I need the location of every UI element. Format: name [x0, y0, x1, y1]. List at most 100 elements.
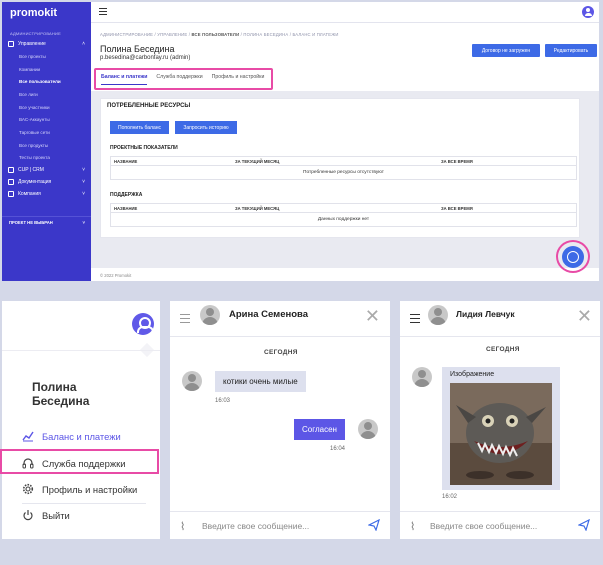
sidebar-item-products[interactable]: Все продукты	[2, 139, 91, 152]
menu-item-label: Баланс и платежи	[42, 430, 121, 442]
power-icon	[23, 510, 33, 521]
support-highlight	[0, 449, 159, 474]
avatar	[182, 371, 202, 391]
table-header: НАЗВАНИЕ ЗА ТЕКУЩИЙ МЕСЯЦ ЗА ВСЕ ВРЕМЯ	[111, 157, 576, 166]
sidebar-item-leagues[interactable]: Все лиги	[2, 88, 91, 101]
sidebar-item-projects[interactable]: Все проекты	[2, 50, 91, 63]
copyright: © 2022 Promokit	[100, 273, 132, 278]
close-icon[interactable]: ✕	[365, 307, 380, 325]
avatar	[428, 305, 448, 325]
topup-button[interactable]: Пополнить баланс	[110, 121, 169, 134]
chat-button-highlight	[556, 240, 590, 273]
chevron-down-icon: ˅	[82, 220, 85, 225]
menu-item-label: Выйти	[42, 509, 70, 521]
empty-state: Потребленные ресурсы отсутствуют	[303, 170, 384, 175]
message-input[interactable]: Введите свое сообщение...	[430, 521, 537, 531]
divider	[22, 503, 146, 504]
crm-icon	[8, 167, 14, 174]
table-header: НАЗВАНИЕ ЗА ТЕКУЩИЙ МЕСЯЦ ЗА ВСЕ ВРЕМЯ	[111, 204, 576, 213]
breadcrumb-item[interactable]: ВСЕ ПОЛЬЗОВАТЕЛИ	[191, 32, 239, 37]
breadcrumb-item[interactable]: АДМИНИСТРИРОВАНИЕ	[100, 32, 153, 37]
logo: promokit	[10, 7, 58, 19]
avatar	[358, 419, 378, 439]
avatar	[200, 305, 220, 325]
column-header: ЗА ТЕКУЩИЙ МЕСЯЦ	[235, 206, 280, 211]
send-icon[interactable]	[578, 519, 590, 531]
chat-contact-name: Лидия Левчук	[456, 309, 515, 319]
message-input[interactable]: Введите свое сообщение...	[202, 521, 309, 531]
resources-card: ПОТРЕБЛЕННЫЕ РЕСУРСЫ Пополнить баланс За…	[100, 98, 580, 238]
sidebar: promokit АДМИНИСТРИРОВАНИЕ Управление ˄ В…	[2, 2, 91, 281]
breadcrumb-item[interactable]: УПРАВЛЕНИЕ	[157, 32, 187, 37]
chat-window-arina: Арина Семенова ✕ СЕГОДНЯ котики очень ми…	[170, 301, 390, 539]
sidebar-item-companies[interactable]: Компании	[2, 63, 91, 76]
empty-state: Данных поддержки нет	[317, 217, 370, 222]
sidebar-item-participants[interactable]: Все участники	[2, 101, 91, 114]
hamburger-icon[interactable]	[180, 314, 190, 323]
breadcrumb-item: БАЛАНС И ПЛАТЕЖИ	[292, 32, 339, 37]
message-time: 16:03	[215, 398, 231, 404]
sidebar-group-management[interactable]: Управление ˄	[2, 38, 91, 50]
sidebar-item-networks[interactable]: Тарговые сети	[2, 126, 91, 139]
chevron-down-icon: ˅	[82, 191, 85, 198]
project-selector[interactable]: ПРОЕКТ НЕ ВЫБРАН ˅	[2, 216, 91, 228]
chat-window-lidia: Лидия Левчук ✕ СЕГОДНЯ Изображение 16:02…	[400, 301, 600, 539]
hamburger-icon[interactable]	[99, 8, 107, 15]
chart-line-icon	[22, 431, 34, 442]
sidebar-group-company[interactable]: Компания ˅	[2, 188, 91, 200]
admin-screen: promokit АДМИНИСТРИРОВАНИЕ Управление ˄ В…	[2, 2, 599, 281]
sidebar-item-accounts[interactable]: ВАС-Аккаунты	[2, 113, 91, 126]
chevron-down-icon: ˅	[82, 179, 85, 186]
sidebar-item-tests[interactable]: Тесты проекта	[2, 152, 91, 165]
menu-item-label: Профиль и настройки	[42, 483, 138, 495]
message-time: 16:04	[330, 446, 346, 452]
project-table: НАЗВАНИЕ ЗА ТЕКУЩИЙ МЕСЯЦ ЗА ВСЕ ВРЕМЯ Пот…	[110, 156, 577, 180]
avatar	[412, 367, 432, 387]
message-incoming: котики очень милые	[215, 371, 306, 392]
chat-contact-name: Арина Семенова	[229, 309, 309, 320]
user-avatar-icon[interactable]	[132, 313, 154, 335]
section-title-project: ПРОЕКТНЫЕ ПОКАЗАТЕЛИ	[110, 145, 178, 151]
close-icon[interactable]: ✕	[577, 307, 592, 325]
gear-icon	[22, 483, 34, 495]
attach-icon[interactable]: ⌇	[180, 520, 185, 533]
column-header: НАЗВАНИЕ	[114, 206, 138, 211]
user-avatar-icon[interactable]	[582, 6, 594, 18]
chat-header: Лидия Левчук ✕	[400, 301, 600, 337]
day-separator: СЕГОДНЯ	[486, 346, 520, 353]
support-table: НАЗВАНИЕ ЗА ТЕКУЩИЙ МЕСЯЦ ЗА ВСЕ ВРЕМЯ Дан…	[110, 203, 577, 227]
message-composer: ⌇ Введите свое сообщение...	[170, 511, 390, 539]
contract-button[interactable]: Договор не загружен	[472, 44, 540, 57]
image-message[interactable]: Изображение	[442, 367, 560, 490]
sidebar-item-users[interactable]: Все пользователи	[2, 75, 91, 88]
sidebar-group-crm[interactable]: CUP | CRM ˅	[2, 164, 91, 176]
menu-item-balance[interactable]: Баланс и платежи	[22, 430, 121, 442]
sidebar-menu: Управление ˄ Все проекты Компании Все пол…	[2, 38, 91, 200]
image-caption: Изображение	[450, 371, 495, 378]
chat-header: Арина Семенова ✕	[170, 301, 390, 337]
sidebar-group-docs[interactable]: Документация ˅	[2, 176, 91, 188]
project-selector-label: ПРОЕКТ НЕ ВЫБРАН	[9, 220, 53, 225]
sidebar-group-label: Управление	[18, 41, 46, 47]
column-header: ЗА ТЕКУЩИЙ МЕСЯЦ	[235, 159, 280, 164]
menu-user-name: Полина Беседина	[32, 380, 90, 408]
user-menu-panel: Полина Беседина Баланс и платежи Служба …	[2, 301, 160, 539]
attach-icon[interactable]: ⌇	[410, 520, 415, 533]
breadcrumb: АДМИНИСТРИРОВАНИЕ / УПРАВЛЕНИЕ / ВСЕ ПОЛ…	[100, 32, 339, 37]
edit-button[interactable]: Редактировать	[545, 44, 597, 57]
hamburger-icon[interactable]	[410, 314, 420, 323]
divider	[2, 350, 160, 351]
user-email: p.besedina@carbonfay.ru (admin)	[100, 55, 191, 61]
sidebar-group-label: CUP | CRM	[18, 167, 44, 174]
card-title: ПОТРЕБЛЕННЫЕ РЕСУРСЫ	[107, 103, 191, 109]
grid-icon	[8, 41, 14, 47]
send-icon[interactable]	[368, 519, 380, 531]
column-header: ЗА ВСЕ ВРЕМЯ	[441, 159, 473, 164]
breadcrumb-item[interactable]: ПОЛИНА БЕСЕДИНА	[243, 32, 288, 37]
menu-item-profile[interactable]: Профиль и настройки	[22, 483, 137, 495]
sidebar-group-label: Документация	[18, 179, 52, 186]
message-time: 16:02	[442, 494, 458, 500]
sidebar-caption: АДМИНИСТРИРОВАНИЕ	[10, 31, 61, 36]
menu-item-logout[interactable]: Выйти	[22, 509, 70, 521]
history-button[interactable]: Запросить историю	[175, 121, 237, 134]
